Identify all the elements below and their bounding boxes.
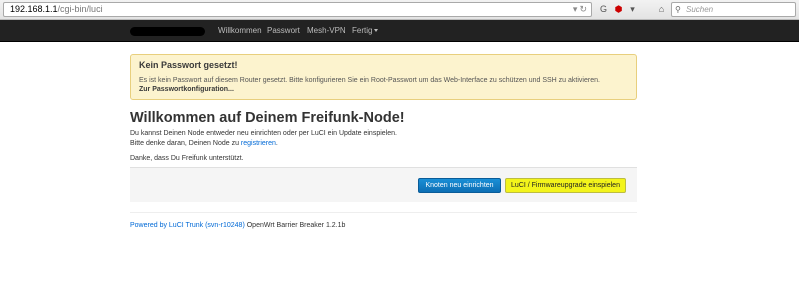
browser-toolbar: 192.168.1.1/cgi-bin/luci ▾ ↻ G ⬢ ▾ ⌂ ⚲ S… [0, 0, 799, 20]
search-input[interactable]: ⚲ Suchen [671, 2, 796, 17]
intro-text: Du kannst Deinen Node entweder neu einri… [130, 130, 397, 137]
hostname-redacted [130, 27, 205, 36]
chevron-down-icon[interactable]: ▾ [626, 3, 639, 16]
address-bar[interactable]: 192.168.1.1/cgi-bin/luci ▾ ↻ [3, 2, 592, 17]
firmware-upgrade-button[interactable]: LuCI / Firmwareupgrade einspielen [505, 178, 626, 193]
reconfigure-node-button[interactable]: Knoten neu einrichten [418, 178, 501, 193]
register-prefix: Bitte denke daran, Deinen Node zu [130, 140, 241, 147]
register-link[interactable]: registrieren [241, 140, 276, 147]
footer-divider [130, 212, 637, 213]
nav-item-mesh-vpn[interactable]: Mesh-VPN [307, 20, 346, 42]
search-placeholder: Suchen [686, 5, 714, 14]
adblock-icon[interactable]: ⬢ [612, 3, 625, 16]
search-icon: ⚲ [675, 5, 681, 14]
page-title: Willkommen auf Deinem Freifunk-Node! [130, 110, 405, 126]
dropdown-arrow-icon[interactable]: ▾ [573, 3, 578, 16]
nav-item-fertig-dropdown[interactable]: Fertig [352, 20, 379, 42]
url-path: /cgi-bin/luci [57, 4, 103, 14]
home-icon[interactable]: ⌂ [655, 3, 668, 16]
nav-item-willkommen[interactable]: Willkommen [218, 20, 262, 42]
nav-item-passwort[interactable]: Passwort [267, 20, 300, 42]
thanks-text: Danke, dass Du Freifunk unterstützt. [130, 155, 244, 162]
nav-item-fertig-label: Fertig [352, 26, 373, 35]
google-icon[interactable]: G [597, 3, 610, 16]
password-config-link[interactable]: Zur Passwortkonfiguration... [139, 85, 628, 95]
luci-link[interactable]: Powered by LuCI Trunk (svn-r10248) [130, 222, 245, 229]
reload-icon[interactable]: ↻ [579, 3, 587, 16]
action-bar: Knoten neu einrichten LuCI / Firmwareupg… [130, 167, 637, 202]
alert-title: Kein Passwort gesetzt! [139, 60, 238, 70]
caret-down-icon [374, 29, 379, 33]
register-suffix: . [275, 140, 278, 147]
register-text: Bitte denke daran, Deinen Node zu regist… [130, 140, 278, 147]
footer: Powered by LuCI Trunk (svn-r10248) OpenW… [130, 222, 345, 229]
alert-text: Es ist kein Passwort auf diesem Router g… [139, 77, 600, 84]
footer-version: OpenWrt Barrier Breaker 1.2.1b [244, 222, 346, 229]
password-warning-alert: Kein Passwort gesetzt! Es ist kein Passw… [130, 54, 637, 100]
top-navbar: Willkommen Passwort Mesh-VPN Fertig [0, 20, 799, 42]
url-host: 192.168.1.1 [10, 4, 58, 14]
